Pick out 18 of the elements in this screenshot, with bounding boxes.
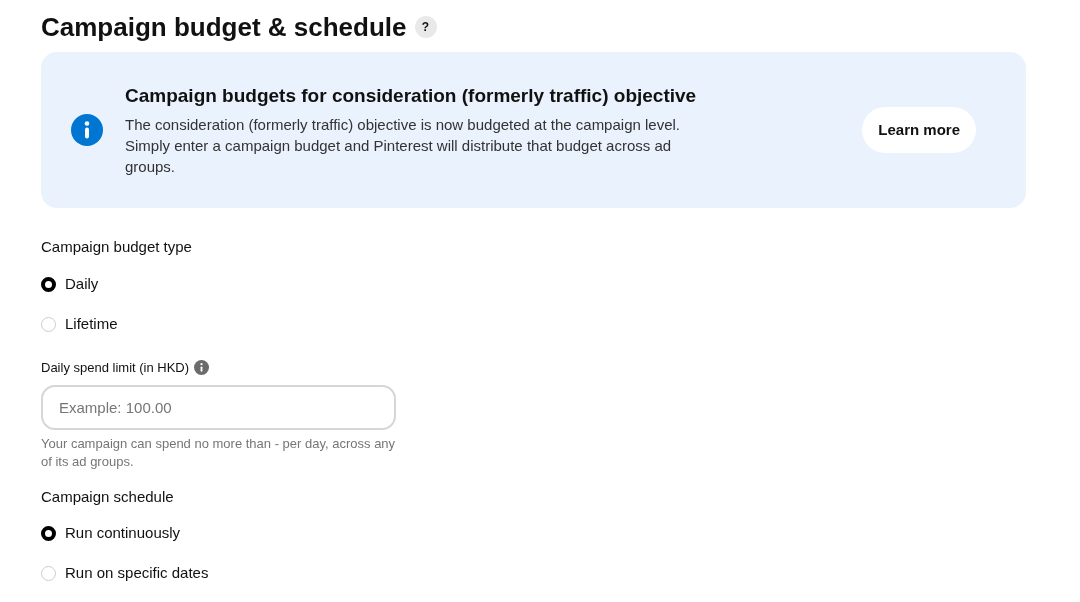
radio-button[interactable] [41,526,56,541]
field-label: Daily spend limit (in HKD) [41,359,190,377]
info-icon [71,114,103,146]
learn-more-button[interactable]: Learn more [862,107,976,153]
radio-label: Run continuously [65,523,181,544]
banner-heading: Campaign budgets for consideration (formerly traffic) objective [125,83,698,108]
page-title: Campaign budget & schedule [41,14,407,40]
spend-limit-field[interactable]: Example: 100.00 [41,384,396,430]
radio-label: Lifetime [65,313,118,334]
radio-label: Run on specific dates [65,563,209,584]
banner-text: The consideration (formerly traffic) objective is now budgeted at the campaign level. Simply enter a campaign budget and Pinterest will distribute that budget across ad groups. [125,114,681,177]
info-icon[interactable] [194,360,210,376]
radio-button[interactable] [41,276,56,292]
field-hint: Your campaign can spend no more than - per day, across any of its ad groups. [41,434,396,471]
help-button[interactable]: ? [414,16,437,38]
radio-label: Daily [65,273,99,294]
section-label: Campaign schedule [41,487,175,506]
section-label: Campaign budget type [41,238,193,256]
